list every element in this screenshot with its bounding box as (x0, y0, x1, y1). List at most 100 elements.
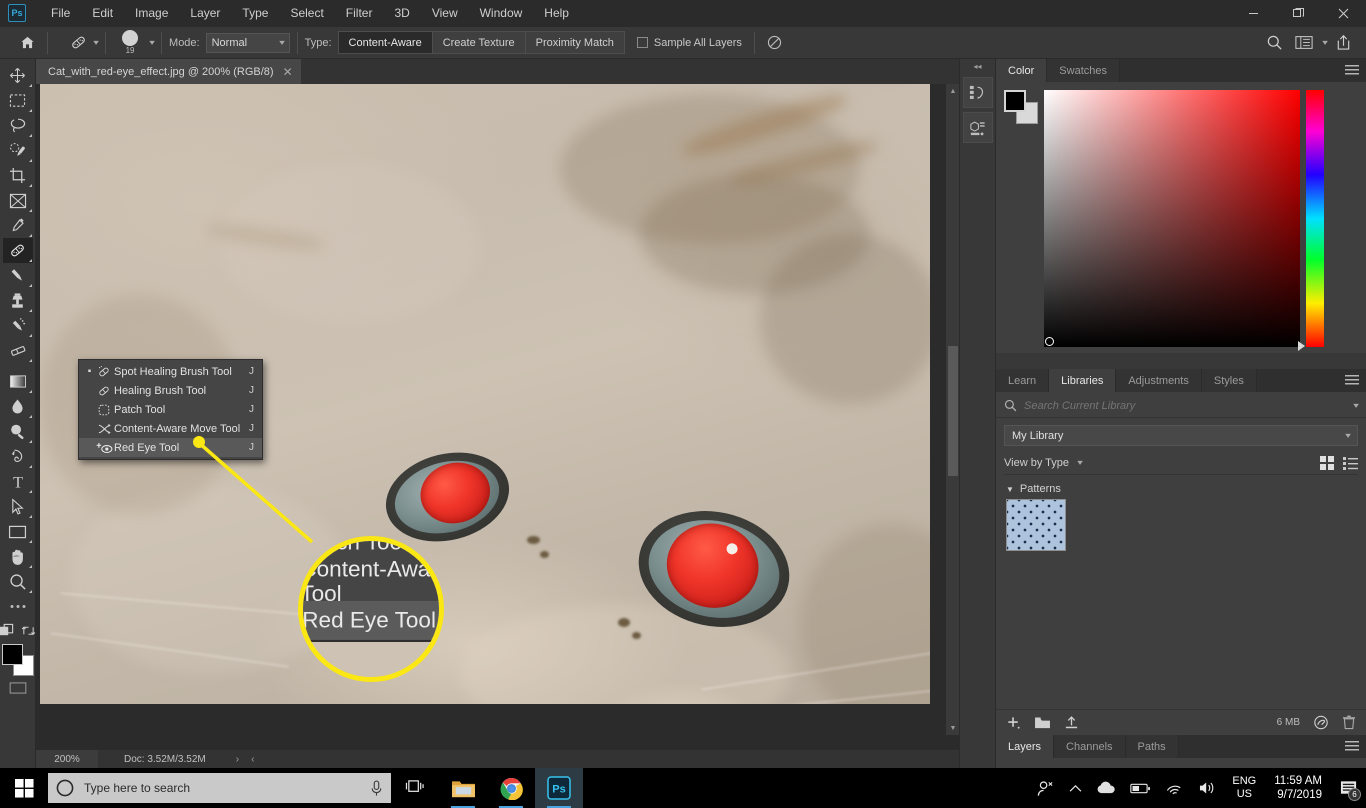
chevron-down-icon[interactable]: ▾ (1353, 401, 1359, 410)
type-option-content-aware[interactable]: Content-Aware (339, 32, 433, 53)
screen-mode-icon[interactable] (9, 682, 27, 694)
tab-styles[interactable]: Styles (1202, 369, 1257, 392)
active-tool-preset[interactable]: ▾ (65, 31, 98, 55)
close-icon[interactable]: ✕ (283, 65, 293, 79)
menu-image[interactable]: Image (124, 2, 179, 24)
sidebar-item-pen-tool[interactable] (3, 444, 33, 469)
home-icon[interactable] (14, 30, 40, 56)
brush-size-preview[interactable]: 19 (113, 28, 147, 58)
photoshop-button[interactable]: Ps (535, 768, 583, 808)
sidebar-item-crop-tool[interactable] (3, 163, 33, 188)
sidebar-item-hand-tool[interactable] (3, 544, 33, 569)
hue-slider-handle[interactable] (1298, 341, 1305, 351)
sidebar-item-history-brush-tool[interactable] (3, 313, 33, 338)
tab-learn[interactable]: Learn (996, 369, 1049, 392)
search-icon[interactable] (1262, 31, 1288, 55)
search-input[interactable]: Type here to search (48, 773, 391, 803)
sidebar-item-path-selection-tool[interactable] (3, 494, 33, 519)
menu-window[interactable]: Window (469, 2, 534, 24)
list-view-icon[interactable] (1343, 456, 1358, 470)
menu-filter[interactable]: Filter (335, 2, 384, 24)
sidebar-item-rectangle-tool[interactable] (3, 519, 33, 544)
library-search-row[interactable]: ▾ (996, 394, 1366, 418)
menu-layer[interactable]: Layer (179, 2, 231, 24)
sidebar-item-eraser-tool[interactable] (3, 338, 33, 363)
sidebar-item-gradient-tool[interactable] (3, 369, 33, 394)
flyout-item-spot-healing-brush-tool[interactable]: ▪ Spot Healing Brush Tool J (79, 362, 262, 381)
menu-view[interactable]: View (421, 2, 469, 24)
close-button[interactable] (1321, 0, 1366, 26)
upload-icon[interactable] (1064, 715, 1079, 730)
flyout-item-patch-tool[interactable]: Patch Tool J (79, 400, 262, 419)
color-picker-marker[interactable] (1045, 337, 1054, 346)
restore-button[interactable] (1276, 0, 1321, 26)
scroll-up-arrow-icon[interactable]: ▲ (946, 84, 959, 98)
chevron-down-icon[interactable]: ▾ (1322, 38, 1328, 47)
sidebar-item-zoom-tool[interactable] (3, 569, 33, 594)
scrollbar-thumb[interactable] (948, 346, 958, 476)
tab-libraries[interactable]: Libraries (1049, 369, 1116, 392)
sidebar-item-clone-stamp-tool[interactable] (3, 288, 33, 313)
swap-arrows-icon[interactable] (21, 624, 36, 638)
minimize-button[interactable] (1231, 0, 1276, 26)
properties-panel-button[interactable] (963, 112, 993, 143)
zoom-level-field[interactable]: 200% (36, 750, 98, 769)
share-icon[interactable] (1330, 31, 1356, 55)
notification-icon[interactable]: 6 (1332, 768, 1366, 808)
menu-help[interactable]: Help (533, 2, 580, 24)
battery-icon[interactable] (1123, 768, 1158, 808)
cloud-icon[interactable] (1089, 768, 1123, 808)
windows-start-icon[interactable] (0, 768, 48, 808)
tab-paths[interactable]: Paths (1126, 735, 1179, 758)
menu-file[interactable]: File (40, 2, 81, 24)
sidebar-item-eyedropper-tool[interactable] (3, 213, 33, 238)
sidebar-item-frame-tool[interactable] (3, 188, 33, 213)
quick-mask-icon[interactable] (0, 623, 15, 638)
tab-adjustments[interactable]: Adjustments (1116, 369, 1202, 392)
canvas-viewport[interactable]: ▪ Spot Healing Brush Tool J Healing Brus… (36, 84, 959, 749)
chevron-up-icon[interactable] (1062, 768, 1089, 808)
type-option-proximity-match[interactable]: Proximity Match (526, 32, 624, 53)
foreground-color-swatch[interactable] (1004, 90, 1026, 112)
tab-layers[interactable]: Layers (996, 735, 1054, 758)
clock[interactable]: 11:59 AM 9/7/2019 (1264, 774, 1332, 802)
workspace-icon[interactable] (1291, 31, 1317, 55)
sidebar-item-move-tool[interactable] (3, 63, 33, 88)
type-option-create-texture[interactable]: Create Texture (433, 32, 526, 53)
scroll-down-arrow-icon[interactable]: ▼ (946, 721, 959, 735)
task-view-button[interactable] (391, 768, 439, 808)
sidebar-item-dodge-tool[interactable] (3, 419, 33, 444)
hue-slider[interactable] (1306, 90, 1324, 347)
menu-type[interactable]: Type (231, 2, 279, 24)
panel-menu-icon[interactable] (1345, 374, 1359, 386)
flyout-item-healing-brush-tool[interactable]: Healing Brush Tool J (79, 381, 262, 400)
chevron-down-icon[interactable]: ▾ (93, 38, 99, 47)
sidebar-item-type-tool[interactable]: T (3, 469, 33, 494)
sidebar-item-rectangular-select-tool[interactable] (3, 88, 33, 113)
status-prev-arrow-icon[interactable]: ‹ (251, 754, 254, 765)
pressure-size-icon[interactable] (762, 31, 788, 55)
foreground-color-swatch[interactable] (2, 644, 23, 665)
collapse-panels-icon[interactable]: ◂◂ (960, 59, 995, 73)
history-panel-button[interactable] (963, 77, 993, 108)
panel-menu-icon[interactable] (1345, 64, 1359, 76)
add-content-icon[interactable] (1006, 715, 1021, 730)
view-by-type-dropdown[interactable]: View by Type ▾ (1004, 457, 1082, 469)
people-icon[interactable] (1029, 768, 1062, 808)
menu-select[interactable]: Select (279, 2, 334, 24)
polka-dot-pattern-swatch[interactable] (1006, 499, 1066, 551)
trash-icon[interactable] (1342, 715, 1356, 730)
microphone-icon[interactable] (370, 780, 383, 797)
grid-view-icon[interactable] (1320, 456, 1334, 470)
menu-3d[interactable]: 3D (383, 2, 420, 24)
panel-menu-icon[interactable] (1345, 740, 1359, 752)
language-indicator[interactable]: ENG US (1224, 775, 1264, 801)
sample-all-layers-checkbox[interactable]: Sample All Layers (637, 37, 742, 49)
color-spectrum-field[interactable] (1044, 90, 1300, 347)
library-select[interactable]: My Library ▾ (1004, 425, 1358, 446)
blend-mode-select[interactable]: Normal ▾ (206, 33, 290, 53)
search-input[interactable] (1024, 400, 1351, 412)
tab-channels[interactable]: Channels (1054, 735, 1125, 758)
status-next-arrow-icon[interactable]: › (236, 754, 239, 765)
tab-swatches[interactable]: Swatches (1047, 59, 1120, 82)
